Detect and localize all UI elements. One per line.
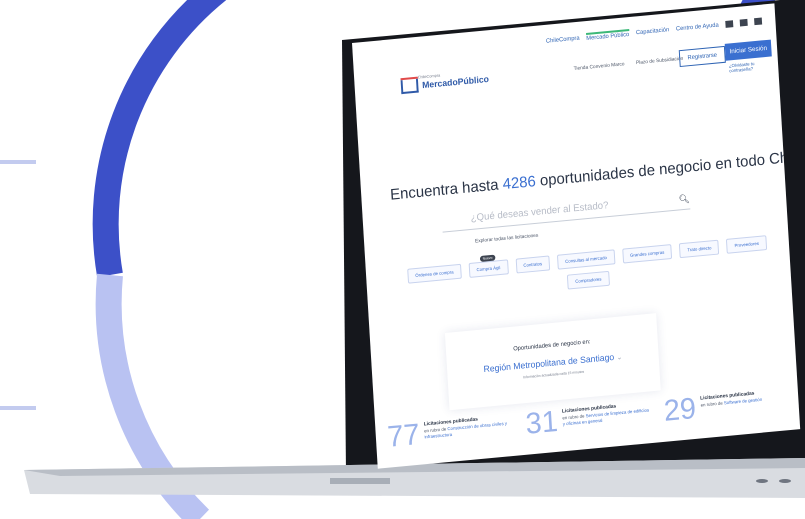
search-placeholder: ¿Qué deseas vender al Estado? xyxy=(470,200,609,224)
header-links: Tienda Convenio Marco Plazo de Subsidiac… xyxy=(574,56,684,72)
stat-item[interactable]: 31 Licitaciones publicadas en rubro de Se… xyxy=(524,399,652,441)
opportunity-count: 4286 xyxy=(502,173,537,194)
chip-grandes-compras[interactable]: Grandes compras xyxy=(621,244,673,264)
stat-text: Licitaciones publicadas en rubro de Servi… xyxy=(562,399,652,435)
stat-prefix: en rubro de xyxy=(700,399,725,408)
search-box[interactable]: ¿Qué deseas vender al Estado? 🔍︎ xyxy=(441,190,691,233)
explore-all-link[interactable]: Explorar todas las licitaciones xyxy=(475,233,539,245)
stat-number: 77 xyxy=(386,418,421,454)
topnav-link-centro-ayuda[interactable]: Centro de Ayuda xyxy=(676,22,719,32)
laptop-hinge xyxy=(330,478,390,484)
laptop-port-1 xyxy=(756,479,768,483)
chip-label: Compra Ágil xyxy=(476,265,501,273)
text-size-icon[interactable] xyxy=(739,18,748,27)
promo-stage: ChileCompra Mercado Público Capacitación… xyxy=(0,0,805,519)
header-link-plazo[interactable]: Plazo de Subsidiación xyxy=(636,56,684,66)
chip-label: Grandes compras xyxy=(629,249,665,258)
search-icon[interactable]: 🔍︎ xyxy=(678,194,690,206)
topnav-link-capacitacion[interactable]: Capacitación xyxy=(636,27,670,36)
chip-label: Proveedores xyxy=(734,240,760,249)
site-logo[interactable]: ChileCompra MercadoPúblico xyxy=(400,72,490,95)
stat-text: Licitaciones publicadas en rubro de Softw… xyxy=(700,389,763,422)
chip-contratos[interactable]: Contratos xyxy=(515,255,551,274)
chip-compra-agil[interactable]: Nuevo Compra Ágil xyxy=(468,254,509,278)
stat-number: 29 xyxy=(662,392,697,428)
header-link-convenio-marco[interactable]: Tienda Convenio Marco xyxy=(574,61,625,72)
stat-item[interactable]: 29 Licitaciones publicadas en rubro de So… xyxy=(662,386,789,428)
top-nav: ChileCompra Mercado Público Capacitación… xyxy=(546,17,763,46)
headline-before: Encuentra hasta xyxy=(389,176,504,204)
chip-compradores[interactable]: Compradores xyxy=(567,270,610,290)
chip-label: Contratos xyxy=(523,261,543,268)
laptop-port-2 xyxy=(779,479,791,483)
forgot-password-link[interactable]: ¿Olvidaste tu contraseña? xyxy=(729,59,779,73)
new-badge: Nuevo xyxy=(479,254,496,262)
chip-proveedores[interactable]: Proveedores xyxy=(726,235,768,254)
chip-trato-directo[interactable]: Trato directo xyxy=(679,239,720,259)
stat-item[interactable]: 77 Licitaciones publicadas en rubro de Co… xyxy=(386,412,514,454)
login-button[interactable]: Iniciar Sesión xyxy=(724,39,772,61)
chip-label: Consultas al mercado xyxy=(565,255,608,264)
chip-ordenes-compra[interactable]: Órdenes de compra xyxy=(407,263,462,284)
stat-text: Licitaciones publicadas en rubro de Const… xyxy=(424,412,514,448)
headline-after: oportunidades de negocio en todo Chile xyxy=(535,148,801,190)
chip-label: Trato directo xyxy=(687,245,712,253)
category-chips: Órdenes de compra Nuevo Compra Ágil Contr… xyxy=(395,234,781,306)
logo-mark-icon xyxy=(400,78,419,95)
accessibility-icon[interactable] xyxy=(725,20,734,28)
chip-consultas-mercado[interactable]: Consultas al mercado xyxy=(557,249,616,270)
stat-number: 31 xyxy=(524,405,559,441)
hero-headline: Encuentra hasta 4286 oportunidades de ne… xyxy=(389,148,801,205)
chip-label: Compradores xyxy=(575,276,602,284)
topnav-link-mercado-publico[interactable]: Mercado Público xyxy=(586,28,630,42)
topnav-link-chilecompra[interactable]: ChileCompra xyxy=(546,35,580,44)
contrast-icon[interactable] xyxy=(754,17,763,26)
chip-label: Órdenes de compra xyxy=(415,269,454,278)
opportunities-card: Oportunidades de negocio en: Región Metr… xyxy=(444,313,661,411)
register-button[interactable]: Registrarse xyxy=(678,45,726,68)
chevron-down-icon: ⌄ xyxy=(616,354,623,362)
browser-screen: ChileCompra Mercado Público Capacitación… xyxy=(352,3,801,469)
